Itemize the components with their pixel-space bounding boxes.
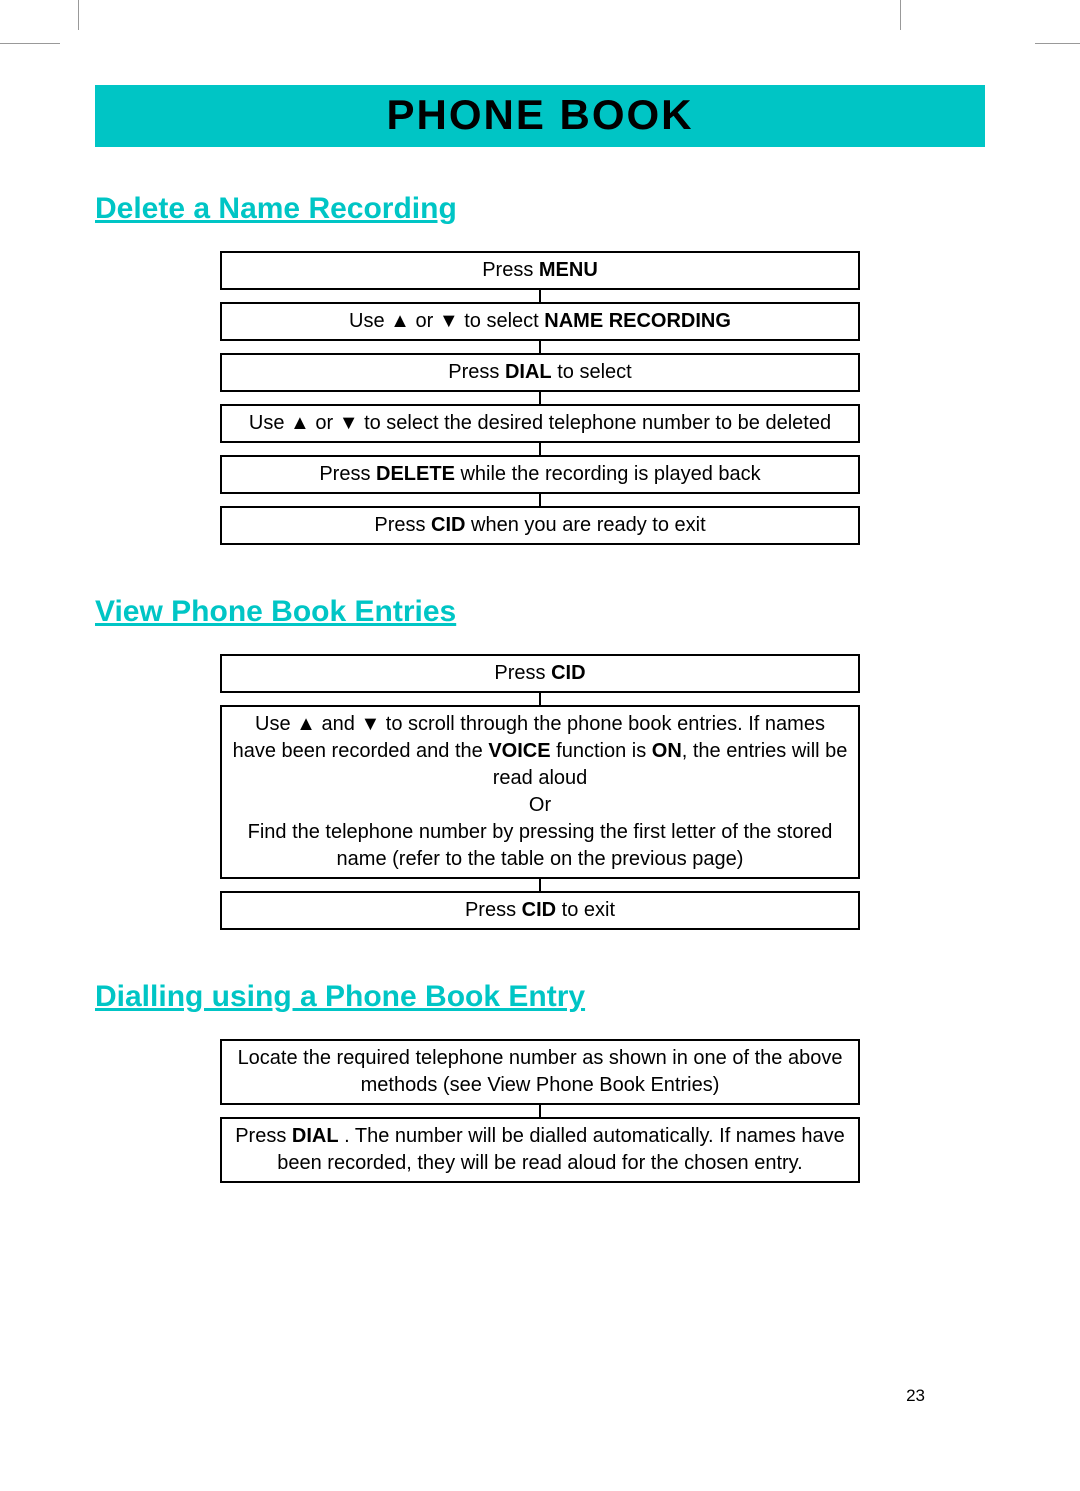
section-title-view: View Phone Book Entries bbox=[95, 595, 985, 629]
connector bbox=[539, 392, 541, 404]
step-box: Press DELETE while the recording is play… bbox=[220, 455, 860, 494]
page-number: 23 bbox=[906, 1386, 925, 1406]
section-title-dialling: Dialling using a Phone Book Entry bbox=[95, 980, 985, 1014]
section-title-delete: Delete a Name Recording bbox=[95, 192, 985, 226]
step-box: Use ▲ or ▼ to select the desired telepho… bbox=[220, 404, 860, 443]
steps-dialling: Locate the required telephone number as … bbox=[95, 1039, 985, 1183]
connector bbox=[539, 290, 541, 302]
step-box: Press DIAL . The number will be dialled … bbox=[220, 1117, 860, 1183]
connector bbox=[539, 341, 541, 353]
connector bbox=[539, 879, 541, 891]
steps-view: Press CID Use ▲ and ▼ to scroll through … bbox=[95, 654, 985, 930]
connector bbox=[539, 1105, 541, 1117]
connector bbox=[539, 494, 541, 506]
step-box: Press CID when you are ready to exit bbox=[220, 506, 860, 545]
connector bbox=[539, 693, 541, 705]
step-box: Press CID bbox=[220, 654, 860, 693]
step-box: Press CID to exit bbox=[220, 891, 860, 930]
step-box: Press MENU bbox=[220, 251, 860, 290]
step-box: Press DIAL to select bbox=[220, 353, 860, 392]
steps-delete: Press MENU Use ▲ or ▼ to select NAME REC… bbox=[95, 251, 985, 545]
step-box: Use ▲ and ▼ to scroll through the phone … bbox=[220, 705, 860, 879]
page-banner: PHONE BOOK bbox=[95, 85, 985, 147]
connector bbox=[539, 443, 541, 455]
step-box: Use ▲ or ▼ to select NAME RECORDING bbox=[220, 302, 860, 341]
step-box: Locate the required telephone number as … bbox=[220, 1039, 860, 1105]
